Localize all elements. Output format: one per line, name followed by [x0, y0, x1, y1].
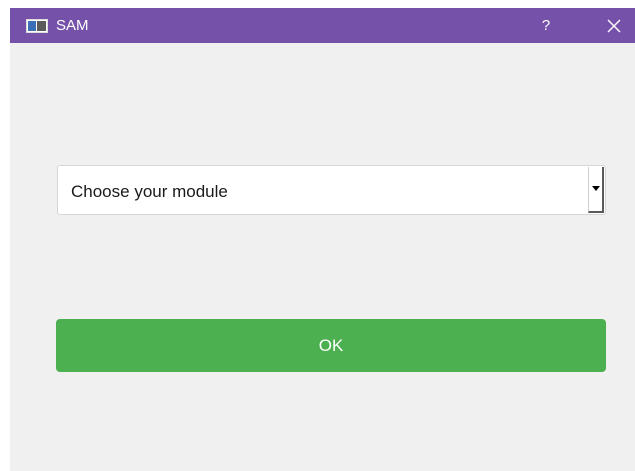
window-title: SAM — [56, 17, 89, 34]
module-select[interactable]: Choose your module — [57, 165, 606, 215]
window-app-icon — [26, 19, 48, 33]
close-button[interactable] — [600, 13, 628, 39]
help-button[interactable]: ? — [532, 12, 560, 40]
title-bar[interactable]: SAM ? — [10, 8, 635, 43]
close-icon — [607, 19, 621, 33]
dialog-window: SAM ? Choose your module OK — [10, 8, 635, 471]
module-select-arrow-button[interactable] — [588, 167, 604, 213]
dropdown-arrow-icon — [592, 186, 600, 191]
ok-button[interactable]: OK — [56, 319, 606, 372]
module-select-value: Choose your module — [71, 182, 228, 201]
